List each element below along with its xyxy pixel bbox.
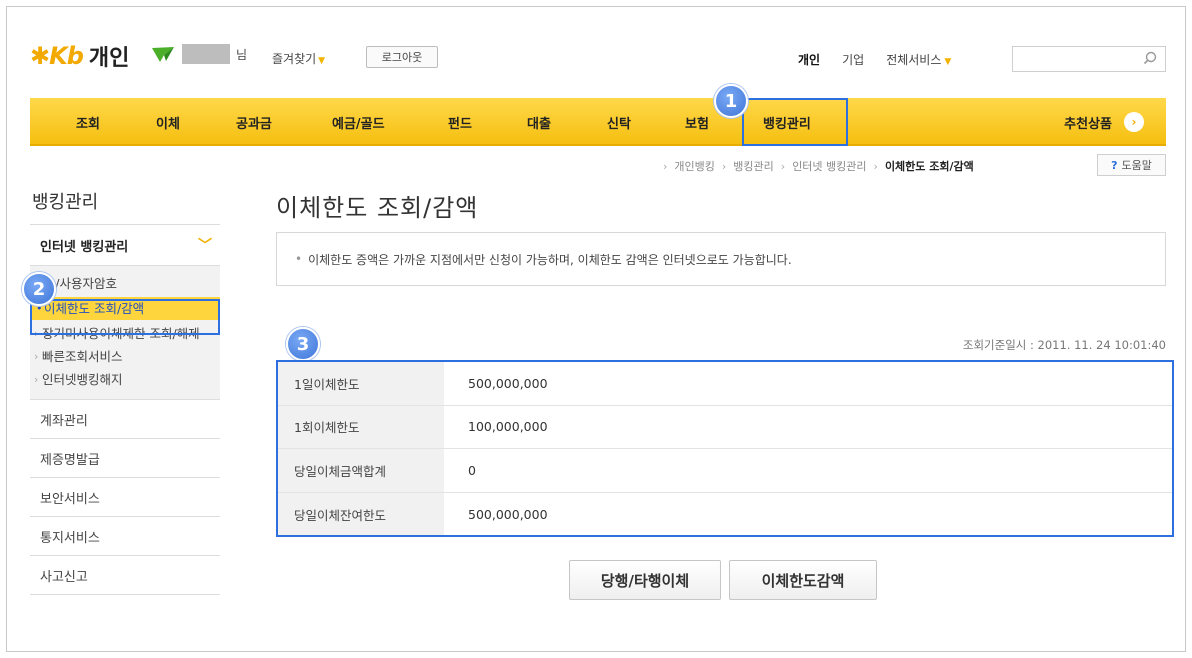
sidebar-nav: 인터넷 뱅킹관리 ﹀ ID/사용자암호 이체한도 조회/감액 장기미사용이체제한…	[30, 224, 220, 595]
sidebar-item-security-service[interactable]: 보안서비스	[30, 478, 220, 517]
breadcrumb-item[interactable]: 개인뱅킹	[674, 158, 714, 174]
recommended-products-link[interactable]: 추천상품 ›	[1064, 98, 1144, 146]
top-links: 개인 기업 전체서비스 ▼	[798, 51, 951, 68]
top-link-personal[interactable]: 개인	[798, 51, 820, 68]
user-suffix: 님	[236, 47, 248, 62]
gnb-item-insurance[interactable]: 보험	[685, 98, 709, 146]
breadcrumb-separator: ›	[721, 159, 727, 173]
search-icon[interactable]	[1143, 51, 1157, 65]
breadcrumb-separator: ›	[780, 159, 786, 173]
top-link-all-services[interactable]: 전체서비스 ▼	[886, 51, 951, 68]
gnb-item-loan[interactable]: 대출	[527, 98, 551, 146]
logout-button[interactable]: 로그아웃	[366, 46, 438, 68]
page-title: 이체한도 조회/감액	[276, 194, 479, 222]
chevron-right-icon: ›	[1124, 112, 1144, 132]
user-area: 님	[150, 44, 247, 64]
sidebar-item-incident-report[interactable]: 사고신고	[30, 556, 220, 595]
highlight-box-gnb	[742, 98, 848, 146]
highlight-box-sidebar	[30, 299, 220, 335]
gnb-item-trust[interactable]: 신탁	[607, 98, 631, 146]
sidebar-title: 뱅킹관리	[32, 192, 99, 213]
gnb-item-fund[interactable]: 펀드	[448, 98, 472, 146]
kb-logo[interactable]: ✱Kb 개인	[30, 40, 129, 72]
step-badge-1: 1	[714, 84, 748, 118]
user-name-masked	[182, 44, 230, 64]
notice-box: • 이체한도 증액은 가까운 지점에서만 신청이 가능하며, 이체한도 감액은 …	[276, 232, 1166, 286]
transfer-button[interactable]: 당행/타행이체	[569, 560, 721, 600]
sidebar-item-notification-service[interactable]: 통지서비스	[30, 517, 220, 556]
breadcrumb-separator: ›	[663, 159, 668, 173]
logo-text: 개인	[88, 46, 130, 71]
gnb-item-inquiry[interactable]: 조회	[76, 98, 100, 146]
step-badge-3: 3	[286, 327, 320, 361]
recommended-label: 추천상품	[1064, 116, 1112, 132]
gnb-item-deposit-gold[interactable]: 예금/골드	[332, 98, 385, 146]
sidebar-sub-internet-banking-cancel[interactable]: 인터넷뱅킹해지	[30, 368, 220, 391]
chevron-down-icon: ﹀	[198, 238, 212, 254]
query-timestamp: 조회기준일시 : 2011. 11. 24 10:01:40	[962, 338, 1166, 352]
favorites-label: 즐겨찾기	[272, 52, 317, 66]
kb-logo-mark: ✱Kb	[30, 42, 84, 70]
sidebar-item-account-management[interactable]: 계좌관리	[30, 400, 220, 439]
top-link-business[interactable]: 기업	[842, 51, 864, 68]
question-icon: ?	[1111, 158, 1118, 172]
reduce-limit-button[interactable]: 이체한도감액	[729, 560, 877, 600]
help-button[interactable]: ? 도움말	[1097, 154, 1166, 176]
bullet-icon: •	[295, 252, 303, 266]
sidebar-sub-id-password[interactable]: ID/사용자암호	[30, 272, 220, 295]
gnb-item-utility-bills[interactable]: 공과금	[236, 98, 272, 146]
sidebar-section-label: 인터넷 뱅킹관리	[40, 239, 129, 255]
user-flag-icon	[152, 47, 174, 62]
help-label: 도움말	[1121, 159, 1152, 172]
sidebar-item-certificate-issue[interactable]: 제증명발급	[30, 439, 220, 478]
sidebar-section-internet-banking[interactable]: 인터넷 뱅킹관리 ﹀	[30, 224, 220, 266]
breadcrumb-current: 이체한도 조회/감액	[884, 160, 974, 173]
favorites-menu[interactable]: 즐겨찾기 ▼	[272, 50, 325, 67]
sidebar-sub-quick-inquiry[interactable]: 빠른조회서비스	[30, 345, 220, 368]
chevron-down-icon: ▼	[944, 57, 952, 67]
breadcrumb-item[interactable]: 뱅킹관리	[733, 158, 773, 174]
gnb-item-transfer[interactable]: 이체	[156, 98, 180, 146]
step-badge-2: 2	[22, 272, 56, 306]
search-input[interactable]	[1012, 46, 1166, 72]
highlight-box-table	[276, 360, 1174, 537]
global-nav-bar: 조회 이체 공과금 예금/골드 펀드 대출 신탁 보험 뱅킹관리 추천상품 ›	[30, 98, 1166, 146]
breadcrumb-item[interactable]: 인터넷 뱅킹관리	[792, 158, 866, 174]
all-services-label: 전체서비스	[886, 53, 942, 67]
chevron-down-icon: ▼	[318, 56, 326, 66]
breadcrumb: › 개인뱅킹 › 뱅킹관리 › 인터넷 뱅킹관리 › 이체한도 조회/감액	[660, 158, 974, 174]
notice-text: 이체한도 증액은 가까운 지점에서만 신청이 가능하며, 이체한도 감액은 인터…	[308, 252, 792, 267]
breadcrumb-separator: ›	[873, 159, 878, 173]
